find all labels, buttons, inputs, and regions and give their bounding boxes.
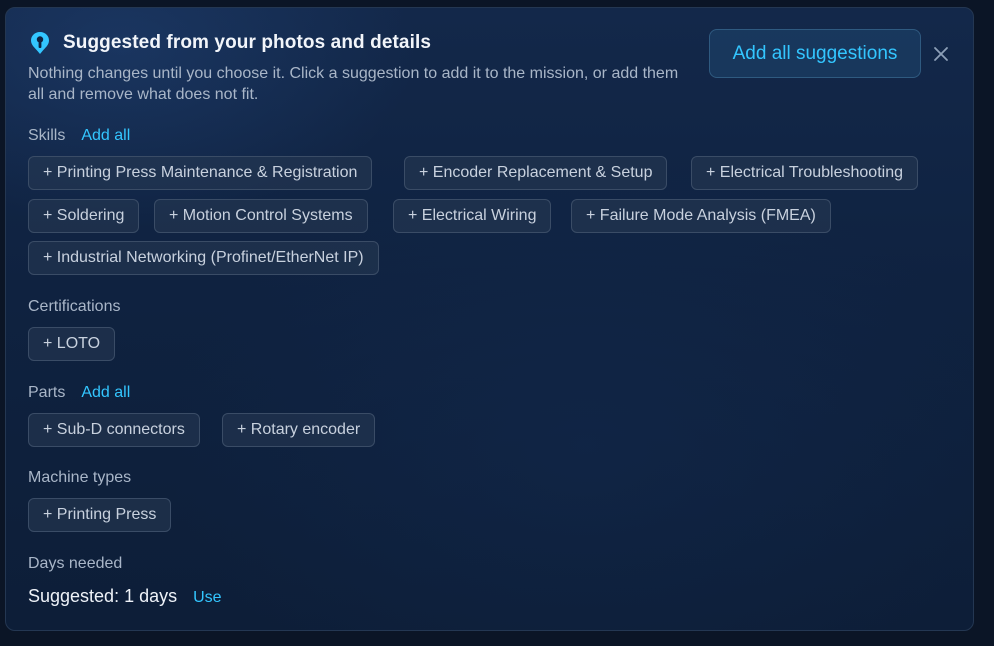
skills-add-all-link[interactable]: Add all — [81, 127, 130, 145]
skills-section-header: Skills Add all — [28, 127, 130, 145]
skill-chip[interactable]: + Electrical Troubleshooting — [691, 156, 918, 190]
skill-chip[interactable]: + Encoder Replacement & Setup — [404, 156, 668, 190]
use-days-link[interactable]: Use — [193, 589, 221, 607]
skills-label: Skills — [28, 127, 66, 144]
pin-icon — [29, 31, 51, 55]
parts-add-all-link[interactable]: Add all — [81, 384, 130, 402]
skill-chip[interactable]: + Failure Mode Analysis (FMEA) — [571, 199, 831, 233]
parts-section-header: Parts Add all — [28, 384, 130, 402]
add-all-suggestions-button[interactable]: Add all suggestions — [709, 29, 921, 78]
days-section-header: Days needed — [28, 555, 122, 573]
certifications-section-header: Certifications — [28, 298, 120, 316]
days-label: Days needed — [28, 555, 123, 572]
skill-chip[interactable]: + Electrical Wiring — [393, 199, 552, 233]
skill-chip[interactable]: + Soldering — [28, 199, 140, 233]
machine-types-section-header: Machine types — [28, 469, 131, 487]
close-icon[interactable] — [931, 44, 951, 64]
machine-types-label: Machine types — [28, 469, 132, 486]
part-chip[interactable]: + Sub-D connectors — [28, 413, 200, 447]
skill-chip[interactable]: + Printing Press Maintenance & Registrat… — [28, 156, 373, 190]
parts-label: Parts — [28, 384, 66, 401]
panel-title: Suggested from your photos and details — [63, 32, 432, 53]
panel-subtitle: Nothing changes until you choose it. Cli… — [28, 65, 679, 103]
certifications-label: Certifications — [28, 298, 121, 315]
suggestions-panel: Suggested from your photos and details N… — [5, 7, 974, 631]
days-suggestion: Suggested: 1 days Use — [28, 586, 222, 607]
certification-chip[interactable]: + LOTO — [28, 327, 116, 361]
skill-chip[interactable]: + Industrial Networking (Profinet/EtherN… — [28, 241, 379, 275]
skill-chip[interactable]: + Motion Control Systems — [154, 199, 368, 233]
machine-type-chip[interactable]: + Printing Press — [28, 498, 172, 532]
panel-header: Suggested from your photos and details — [29, 31, 431, 55]
part-chip[interactable]: + Rotary encoder — [222, 413, 376, 447]
suggested-days-text: Suggested: 1 days — [28, 586, 178, 606]
